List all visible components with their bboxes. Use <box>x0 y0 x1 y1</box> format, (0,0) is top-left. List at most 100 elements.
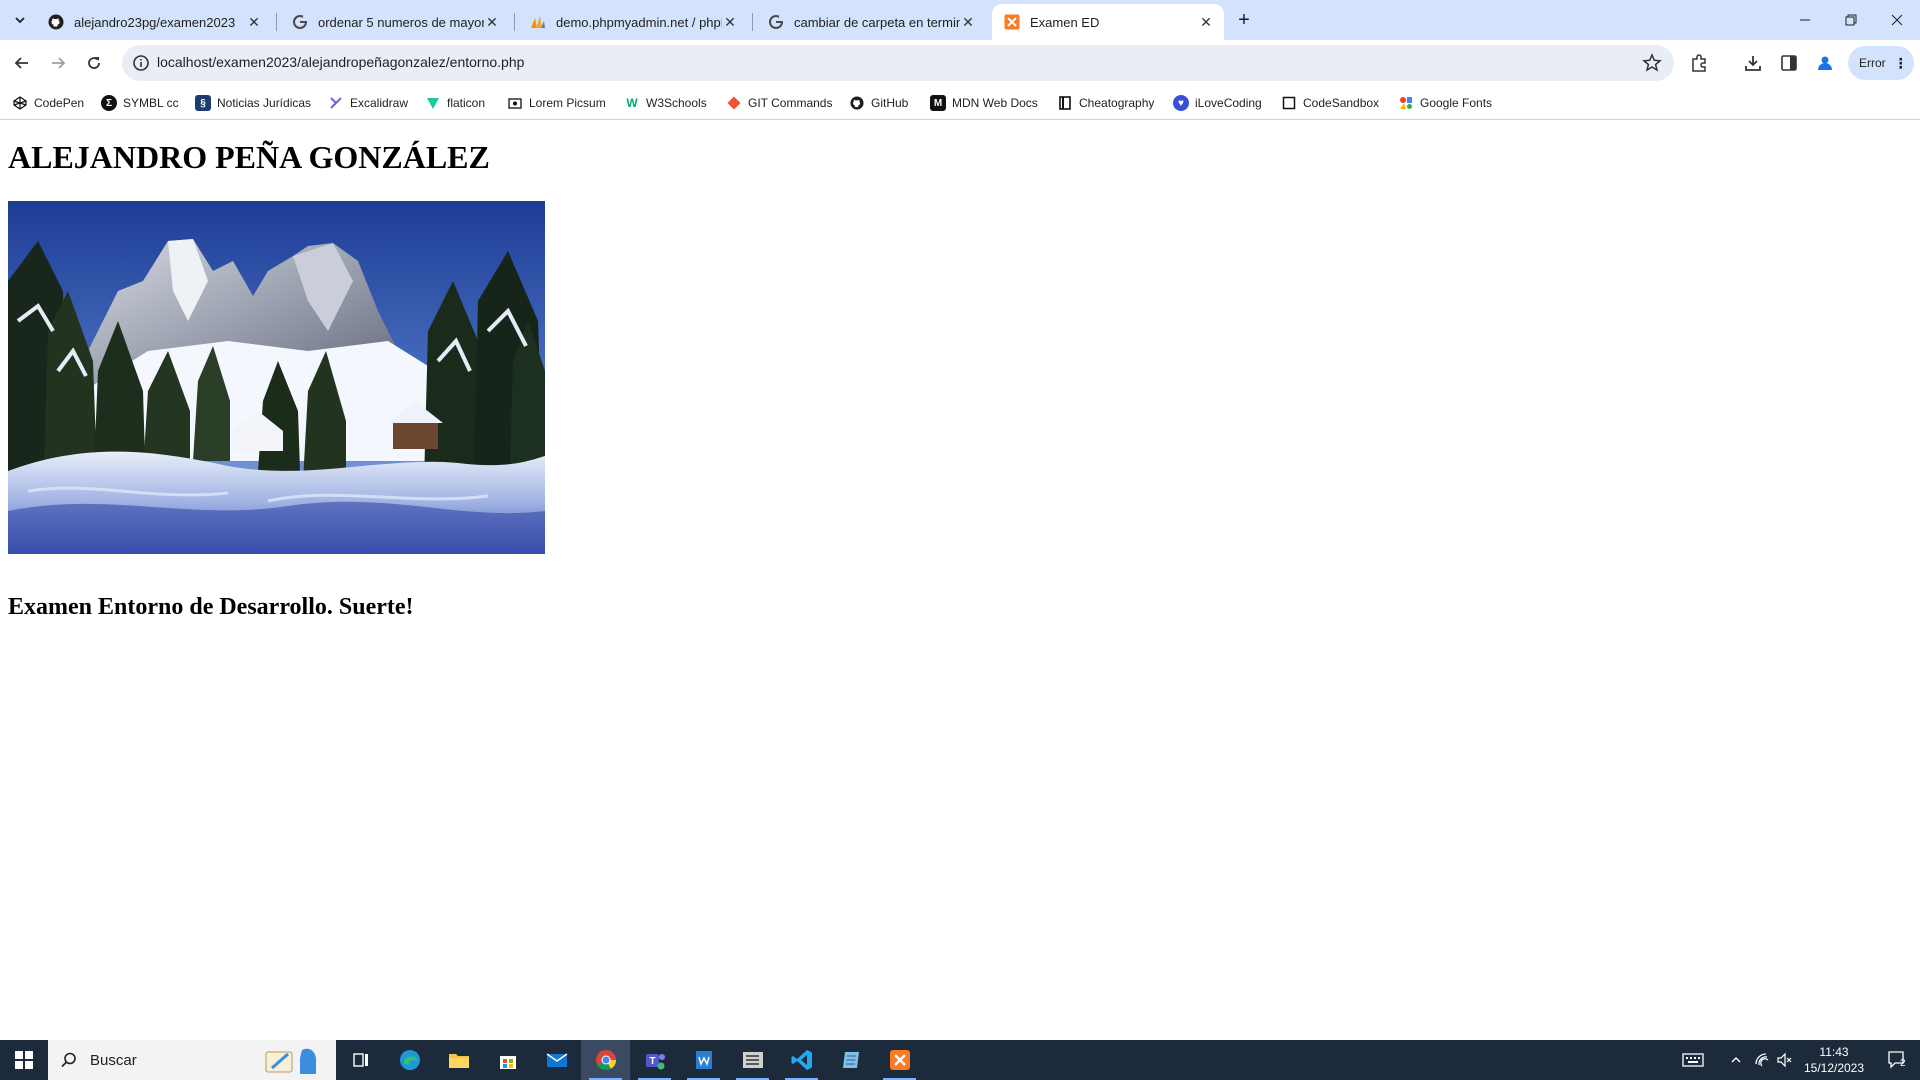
taskbar-search[interactable]: Buscar <box>48 1040 336 1080</box>
bookmark-lorem-picsum[interactable]: Lorem Picsum <box>507 94 606 112</box>
flaticon-icon <box>425 95 441 111</box>
search-icon <box>61 1052 76 1068</box>
tab-title: cambiar de carpeta en terminal <box>794 14 960 30</box>
close-window-button[interactable] <box>1874 0 1920 40</box>
restore-button[interactable] <box>1828 0 1874 40</box>
taskbar-cmd[interactable] <box>728 1040 777 1080</box>
forward-button[interactable] <box>44 49 72 77</box>
tab-search-button[interactable] <box>8 8 32 32</box>
keyboard-icon <box>1682 1053 1704 1067</box>
edge-icon <box>399 1050 420 1070</box>
chevron-up-icon <box>1731 1057 1741 1063</box>
start-button[interactable] <box>0 1040 48 1080</box>
taskbar-xampp[interactable] <box>875 1040 924 1080</box>
close-icon[interactable]: ✕ <box>1198 14 1214 30</box>
system-clock[interactable]: 11:43 15/12/2023 <box>1796 1044 1872 1076</box>
taskbar-file-explorer[interactable] <box>434 1040 483 1080</box>
noticias-icon: § <box>195 95 211 111</box>
side-panel-icon <box>1781 55 1797 71</box>
bookmark-label: iLoveCoding <box>1195 96 1262 110</box>
new-tab-button[interactable]: + <box>1232 8 1256 32</box>
info-icon[interactable] <box>132 54 150 72</box>
bookmark-codesandbox[interactable]: CodeSandbox <box>1281 94 1379 112</box>
notification-center-button[interactable]: 2 <box>1876 1040 1920 1080</box>
xampp-icon <box>1004 14 1020 30</box>
taskbar-vscode[interactable] <box>777 1040 826 1080</box>
windows-logo-icon <box>15 1051 33 1069</box>
taskbar-word[interactable] <box>679 1040 728 1080</box>
bookmark-label: W3Schools <box>646 96 707 110</box>
bookmark-codepen[interactable]: CodePen <box>12 94 84 112</box>
bookmark-github[interactable]: GitHub <box>849 94 908 112</box>
tab-phpmyadmin[interactable]: demo.phpmyadmin.net / phpM ✕ <box>518 4 748 40</box>
profile-error-label: Error <box>1859 56 1886 70</box>
tray-network[interactable] <box>1750 1040 1774 1080</box>
picsum-icon <box>507 95 523 111</box>
phpmyadmin-icon <box>530 14 546 30</box>
close-icon[interactable]: ✕ <box>484 14 500 30</box>
tab-title: demo.phpmyadmin.net / phpM <box>556 14 722 30</box>
taskbar-chrome[interactable] <box>581 1040 630 1080</box>
back-button[interactable] <box>8 49 36 77</box>
url-text[interactable]: localhost/examen2023/alejandropeñagonzal… <box>157 54 524 70</box>
avatar-icon <box>1818 56 1832 70</box>
landscape-image <box>8 201 545 554</box>
tab-google-cambiar[interactable]: cambiar de carpeta en terminal ✕ <box>756 4 986 40</box>
bookmark-mdn[interactable]: M MDN Web Docs <box>930 94 1038 112</box>
taskbar-notepad[interactable] <box>826 1040 875 1080</box>
forward-arrow-icon <box>52 57 66 69</box>
tray-volume[interactable] <box>1772 1040 1796 1080</box>
bookmark-google-fonts[interactable]: Google Fonts <box>1398 94 1492 112</box>
task-view-icon <box>352 1053 368 1067</box>
tab-title: Examen ED <box>1030 14 1100 30</box>
git-icon <box>726 95 742 111</box>
notepad-icon <box>842 1052 859 1068</box>
wifi-icon <box>1755 1053 1769 1067</box>
task-view-button[interactable] <box>336 1040 385 1080</box>
search-placeholder: Buscar <box>90 1051 137 1069</box>
taskbar-teams[interactable]: T <box>630 1040 679 1080</box>
address-bar[interactable]: localhost/examen2023/alejandropeñagonzal… <box>122 45 1674 81</box>
profile-button[interactable] <box>1814 52 1836 74</box>
taskbar-store[interactable] <box>483 1040 532 1080</box>
reload-button[interactable] <box>80 49 108 77</box>
side-panel-button[interactable] <box>1778 52 1800 74</box>
tray-show-hidden[interactable] <box>1724 1040 1748 1080</box>
tab-title: ordenar 5 numeros de mayor a <box>318 14 484 30</box>
bookmarks-bar: CodePen Σ SYMBL cc § Noticias Jurídicas … <box>0 86 1920 120</box>
profile-error-chip[interactable]: Error ⋮ <box>1848 46 1914 80</box>
bookmark-cheatography[interactable]: Cheatography <box>1057 94 1154 112</box>
tab-separator <box>276 13 277 31</box>
more-vertical-icon[interactable]: ⋮ <box>1894 56 1908 70</box>
bookmark-label: Excalidraw <box>350 96 409 110</box>
bookmark-star-icon[interactable] <box>1642 53 1662 73</box>
tab-examen-ed[interactable]: Examen ED ✕ <box>992 4 1224 40</box>
puzzle-icon <box>1692 54 1706 72</box>
close-icon[interactable]: ✕ <box>960 14 976 30</box>
teams-icon: T <box>645 1054 665 1070</box>
googlefonts-icon <box>1398 95 1414 111</box>
page-subtitle: Examen Entorno de Desarrollo. Suerte! <box>8 594 414 620</box>
clock-date: 15/12/2023 <box>1803 1061 1865 1075</box>
bookmark-flaticon[interactable]: flaticon <box>425 94 485 112</box>
bookmark-excalidraw[interactable]: Excalidraw <box>328 94 408 112</box>
bookmark-label: Noticias Jurídicas <box>217 96 312 110</box>
downloads-button[interactable] <box>1742 52 1764 74</box>
tab-strip: alejandro23pg/examen2023 ✕ ordenar 5 num… <box>0 0 1920 40</box>
word-icon <box>695 1051 712 1069</box>
extensions-button[interactable] <box>1688 52 1710 74</box>
bookmark-w3schools[interactable]: W W3Schools <box>624 94 707 112</box>
bookmark-git-commands[interactable]: GIT Commands <box>726 94 832 112</box>
minimize-button[interactable] <box>1782 0 1828 40</box>
tray-keyboard[interactable] <box>1678 1040 1708 1080</box>
close-icon[interactable]: ✕ <box>722 14 738 30</box>
taskbar-mail[interactable] <box>532 1040 581 1080</box>
tab-google-ordenar[interactable]: ordenar 5 numeros de mayor a ✕ <box>280 4 510 40</box>
bookmark-noticias[interactable]: § Noticias Jurídicas <box>195 94 311 112</box>
bookmark-symbl[interactable]: Σ SYMBL cc <box>101 94 179 112</box>
taskbar-edge[interactable] <box>385 1040 434 1080</box>
w3schools-icon: W <box>626 96 638 110</box>
tab-github[interactable]: alejandro23pg/examen2023 ✕ <box>36 4 272 40</box>
bookmark-ilovecoding[interactable]: ♥ iLoveCoding <box>1173 94 1262 112</box>
close-icon[interactable]: ✕ <box>246 14 262 30</box>
